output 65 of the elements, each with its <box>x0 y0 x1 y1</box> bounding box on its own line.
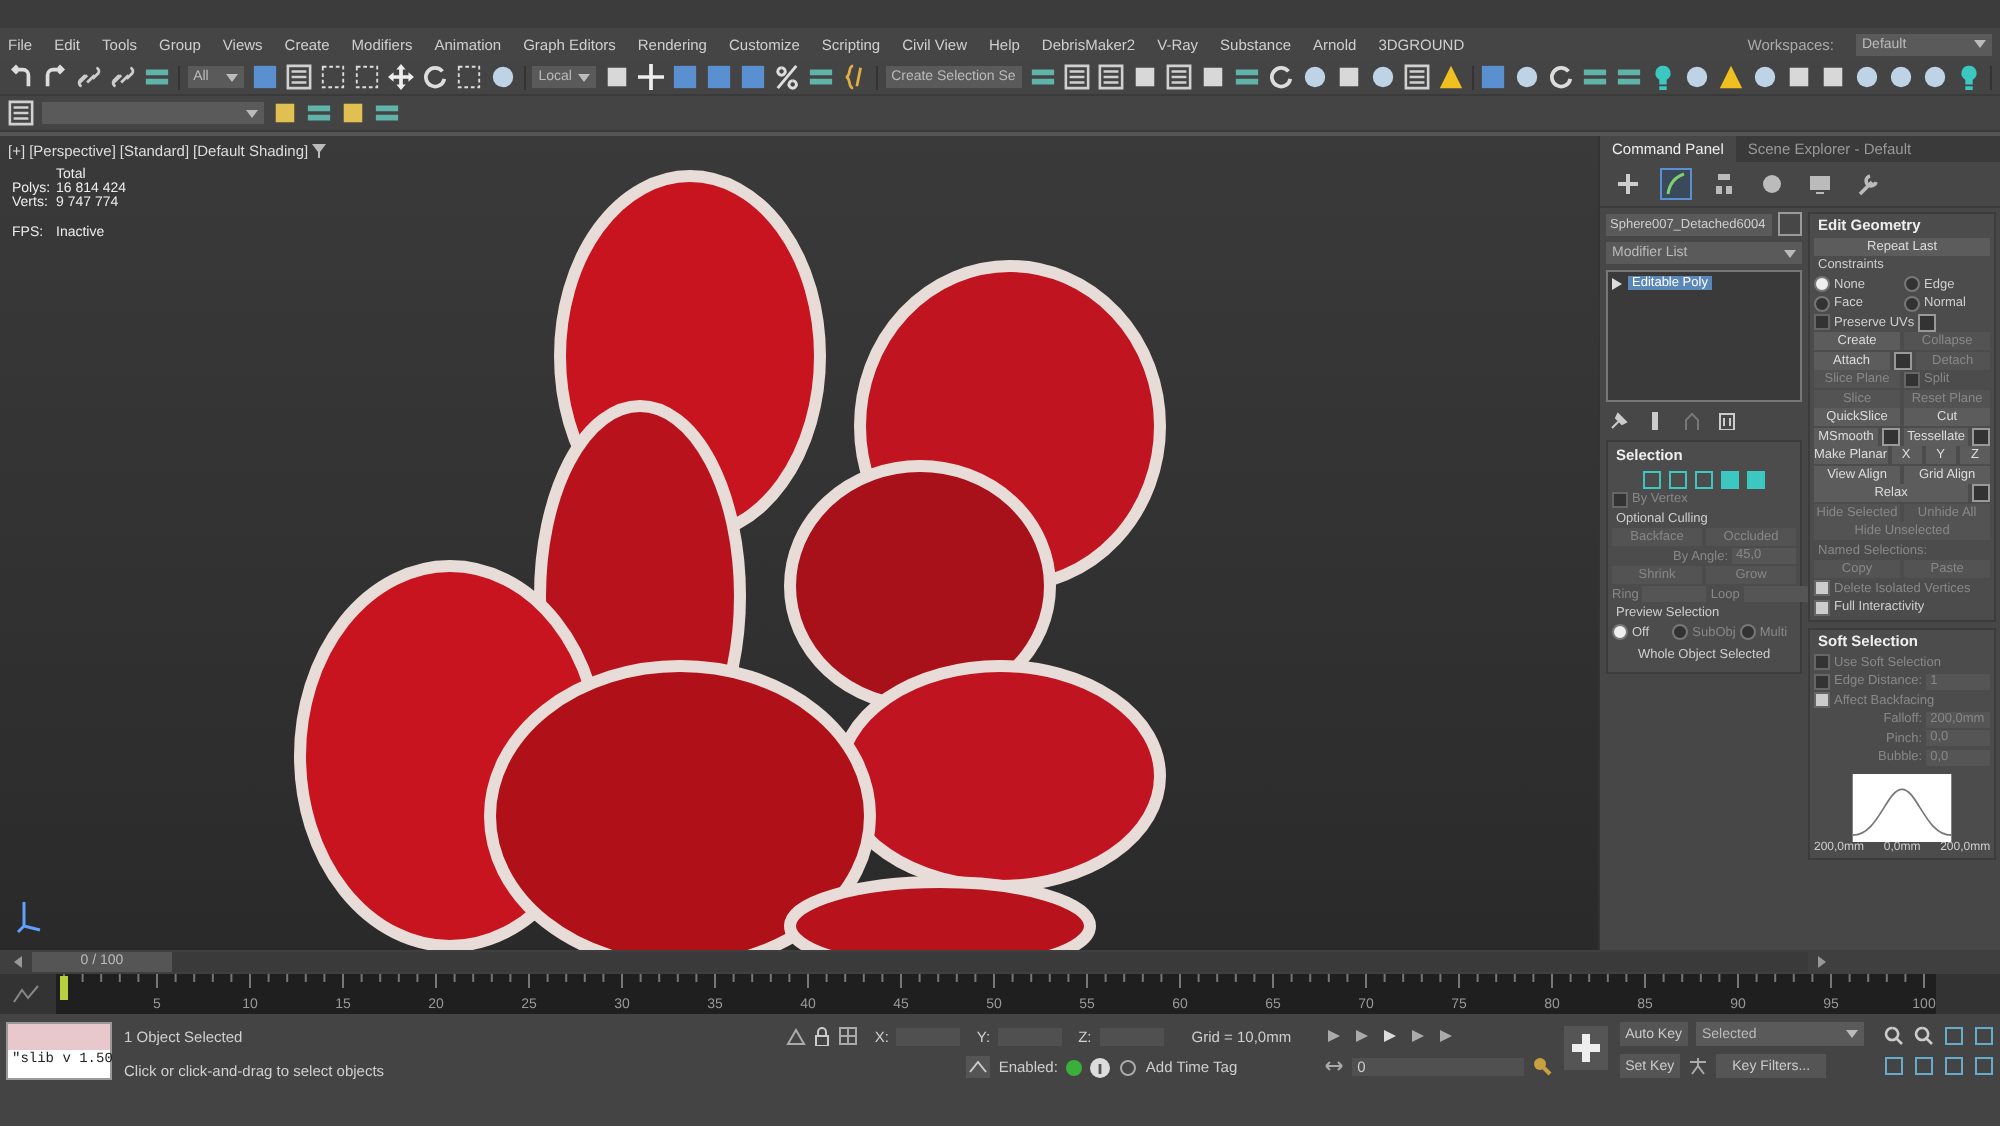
move-icon[interactable] <box>387 64 414 90</box>
caret-icon <box>1846 1030 1858 1038</box>
radio-button[interactable] <box>1814 295 1830 311</box>
dashed-square-icon[interactable] <box>455 64 482 90</box>
sphere-icon[interactable] <box>1888 64 1915 90</box>
figure-icon[interactable] <box>1688 1056 1709 1076</box>
play-icon[interactable] <box>1379 1026 1400 1046</box>
enabled-toggle[interactable] <box>1065 1059 1082 1075</box>
radio-button[interactable] <box>1904 276 1921 292</box>
lock-icon[interactable] <box>814 1026 831 1046</box>
brace-icon[interactable] <box>841 64 868 90</box>
link-icon[interactable] <box>110 64 136 90</box>
checkbox[interactable] <box>1814 314 1830 330</box>
trash-icon[interactable] <box>1718 412 1736 430</box>
expand-arrow-icon[interactable] <box>1612 277 1622 289</box>
current-frame-marker <box>60 976 68 1000</box>
radio-button[interactable] <box>1814 276 1830 292</box>
caret-icon <box>225 73 238 81</box>
warning-icon[interactable] <box>1437 64 1464 90</box>
caret-icon <box>1974 40 1986 48</box>
radio-button[interactable] <box>1612 624 1628 640</box>
plus-icon[interactable] <box>1612 168 1644 200</box>
search-icon[interactable] <box>1884 1026 1904 1046</box>
settings-icon[interactable] <box>1893 351 1912 369</box>
bulb-icon[interactable] <box>1650 64 1677 90</box>
caret-icon <box>1784 249 1796 257</box>
link-icon[interactable] <box>76 64 102 90</box>
bar-icon[interactable] <box>1646 412 1664 430</box>
pin-icon[interactable] <box>1610 412 1628 430</box>
settings-icon[interactable] <box>1882 427 1901 445</box>
caret-icon <box>246 109 258 117</box>
undo-arrow-icon[interactable] <box>8 64 34 90</box>
time-configuration-icon[interactable] <box>1323 1056 1344 1076</box>
square-icon[interactable] <box>340 100 366 126</box>
settings-icon[interactable] <box>1972 427 1991 445</box>
layers-icon[interactable] <box>8 100 34 126</box>
curve-editor-icon[interactable] <box>12 984 40 1004</box>
maxscript-listener-field[interactable] <box>8 1024 110 1050</box>
circle-icon[interactable] <box>1514 64 1541 90</box>
info-icon[interactable] <box>1089 1057 1110 1077</box>
dashed-square-icon[interactable] <box>319 64 346 90</box>
rotate-icon[interactable] <box>421 64 448 90</box>
crosshair-icon[interactable] <box>637 64 664 90</box>
bulb-icon[interactable] <box>1956 64 1983 90</box>
settings-icon[interactable] <box>1972 484 1991 502</box>
zoom-icon[interactable] <box>1914 1026 1934 1046</box>
sphere-icon[interactable] <box>489 64 516 90</box>
set-keys-icon[interactable] <box>1563 1026 1608 1070</box>
checkbox[interactable] <box>1814 599 1830 615</box>
list-icon[interactable] <box>285 64 312 90</box>
key-icon[interactable] <box>1531 1056 1552 1076</box>
tag-icon[interactable] <box>1117 1057 1138 1077</box>
stacked-squares-icon[interactable] <box>144 64 170 90</box>
radio-button[interactable] <box>1904 295 1921 311</box>
stack-icon[interactable] <box>306 100 332 126</box>
redo-arrow-icon[interactable] <box>42 64 68 90</box>
object-color-swatch[interactable] <box>1778 212 1802 236</box>
caret-icon <box>577 73 590 81</box>
spinner-field[interactable] <box>1743 586 1808 602</box>
dashed-square-icon[interactable] <box>353 64 380 90</box>
axis-tripod-icon <box>16 900 42 934</box>
stack-icon[interactable] <box>374 100 400 126</box>
settings-icon[interactable] <box>1918 313 1937 331</box>
percent-icon[interactable] <box>773 64 800 90</box>
filter-icon[interactable] <box>312 144 327 158</box>
